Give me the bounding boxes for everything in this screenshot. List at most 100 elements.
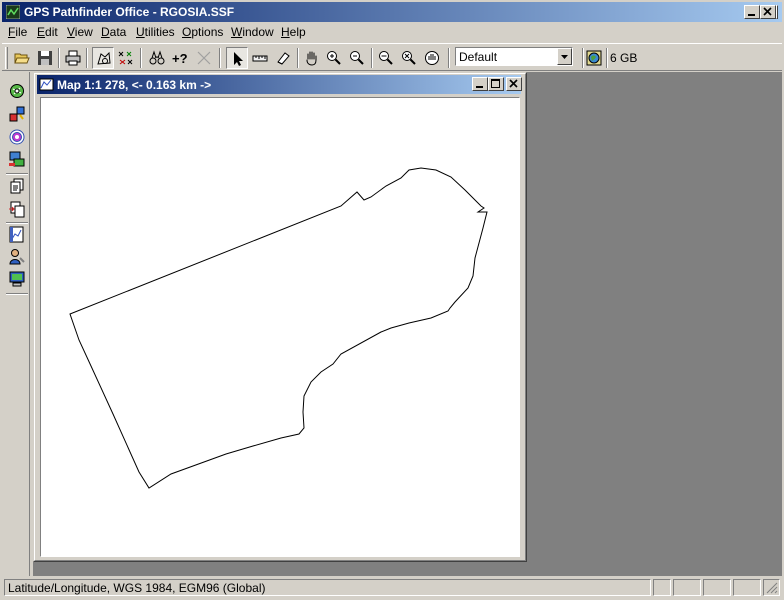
toolbar-separator bbox=[86, 48, 88, 68]
select-tool-button[interactable] bbox=[226, 47, 248, 69]
app-icon bbox=[6, 5, 20, 19]
toolbar-separator bbox=[58, 48, 60, 68]
menu-window[interactable]: Window bbox=[228, 25, 277, 40]
menu-view[interactable]: View bbox=[64, 25, 96, 40]
menu-bar: File Edit View Data Utilities Options Wi… bbox=[2, 22, 782, 41]
import-button[interactable] bbox=[7, 199, 27, 219]
app-title-bar[interactable]: GPS Pathfinder Office - RGOSIA.SSF bbox=[2, 2, 782, 22]
menu-utilities[interactable]: Utilities bbox=[133, 25, 178, 40]
map-minimize-button[interactable] bbox=[472, 77, 488, 91]
import-documents-icon bbox=[9, 201, 25, 218]
satellite-globe-icon bbox=[10, 84, 24, 98]
zoom-in-button[interactable] bbox=[324, 48, 344, 68]
zoom-previous-button[interactable] bbox=[376, 48, 396, 68]
monitor-icon bbox=[9, 271, 25, 287]
toolbar-separator bbox=[219, 48, 221, 68]
feature-xy-icon bbox=[118, 51, 133, 65]
main-toolbar: +? bbox=[2, 43, 782, 71]
measure-tool-button[interactable] bbox=[250, 48, 270, 68]
toolbar-separator bbox=[448, 48, 450, 68]
menu-edit[interactable]: Edit bbox=[34, 25, 61, 40]
maximize-icon bbox=[491, 79, 500, 88]
status-pane-2 bbox=[673, 579, 701, 596]
toolbar-separator bbox=[6, 293, 28, 295]
find-button[interactable] bbox=[147, 48, 167, 68]
printer-icon bbox=[65, 50, 81, 66]
zoom-previous-icon bbox=[379, 51, 393, 65]
map-maximize-button[interactable] bbox=[488, 77, 504, 91]
map-window[interactable]: Map 1:1 278, <- 0.163 km -> bbox=[33, 72, 527, 562]
map-layers-icon bbox=[97, 51, 111, 65]
status-pane-1 bbox=[653, 579, 671, 596]
map-close-button[interactable] bbox=[506, 77, 522, 91]
grid-coordinates-button[interactable] bbox=[7, 247, 27, 267]
open-button[interactable] bbox=[12, 48, 32, 68]
window-title: GPS Pathfinder Office - RGOSIA.SSF bbox=[24, 5, 235, 19]
area-feature-boundary[interactable] bbox=[69, 167, 488, 489]
arrow-pointer-icon bbox=[234, 52, 243, 66]
status-pane-4 bbox=[733, 579, 761, 596]
binoculars-icon bbox=[149, 50, 165, 65]
toolbar-separator bbox=[6, 173, 28, 175]
menu-data[interactable]: Data bbox=[98, 25, 129, 40]
feature-properties-button[interactable] bbox=[116, 48, 136, 68]
computer-transfer-icon bbox=[9, 151, 25, 167]
data-dictionary-button[interactable] bbox=[7, 149, 27, 169]
zoom-extents-icon bbox=[402, 51, 416, 65]
zoom-in-icon bbox=[327, 51, 341, 65]
save-button[interactable] bbox=[35, 48, 55, 68]
target-button[interactable] bbox=[7, 127, 27, 147]
status-pane-3 bbox=[703, 579, 731, 596]
globe-hand-icon bbox=[425, 51, 439, 65]
data-transfer-button[interactable] bbox=[584, 48, 604, 68]
status-coordinate-text: Latitude/Longitude, WGS 1984, EGM96 (Glo… bbox=[8, 581, 266, 595]
minimize-icon bbox=[748, 14, 755, 16]
map-canvas[interactable] bbox=[40, 97, 520, 557]
pan-tool-button[interactable] bbox=[302, 48, 322, 68]
pan-to-button[interactable] bbox=[422, 48, 442, 68]
layer-combo-dropdown-button[interactable] bbox=[557, 48, 572, 65]
zoom-out-button[interactable] bbox=[347, 48, 367, 68]
disabled-tool-button[interactable] bbox=[194, 48, 214, 68]
target-icon bbox=[9, 129, 25, 145]
differential-correction-button[interactable] bbox=[7, 104, 27, 124]
query-button[interactable]: +? bbox=[169, 48, 193, 68]
toolbar-separator bbox=[6, 222, 28, 224]
minimize-icon bbox=[476, 86, 483, 88]
map-window-title-bar[interactable]: Map 1:1 278, <- 0.163 km -> bbox=[37, 75, 522, 94]
left-toolbar bbox=[2, 72, 30, 576]
toolbar-separator bbox=[297, 48, 299, 68]
background-files-button[interactable] bbox=[92, 47, 114, 69]
menu-help[interactable]: Help bbox=[278, 25, 309, 40]
hand-pan-icon bbox=[306, 51, 317, 66]
storage-label: 6 GB bbox=[610, 51, 638, 65]
zoom-extents-button[interactable] bbox=[399, 48, 419, 68]
correction-icon bbox=[9, 106, 25, 122]
close-icon bbox=[763, 7, 772, 16]
eraser-tool-button[interactable] bbox=[273, 48, 293, 68]
export-button[interactable] bbox=[7, 177, 27, 197]
layer-combo-value: Default bbox=[459, 50, 498, 64]
toolbar-grip[interactable] bbox=[5, 47, 8, 69]
minimize-button[interactable] bbox=[744, 5, 760, 19]
cross-tool-icon bbox=[197, 51, 211, 65]
map-window-title: Map 1:1 278, <- 0.163 km -> bbox=[57, 78, 212, 92]
caption-spacer bbox=[776, 5, 778, 19]
utilities-button[interactable] bbox=[7, 269, 27, 289]
size-grip[interactable] bbox=[763, 579, 780, 596]
open-folder-icon bbox=[14, 53, 30, 64]
close-button[interactable] bbox=[760, 5, 776, 19]
print-button[interactable] bbox=[63, 48, 83, 68]
layer-combo[interactable]: Default bbox=[455, 47, 573, 66]
quickplan-button[interactable] bbox=[7, 225, 27, 245]
menu-file[interactable]: File bbox=[5, 25, 30, 40]
map-icon bbox=[39, 78, 54, 91]
menu-options[interactable]: Options bbox=[179, 25, 226, 40]
save-disk-icon bbox=[38, 51, 52, 65]
zoom-out-icon bbox=[350, 51, 364, 65]
gps-button[interactable] bbox=[7, 80, 27, 100]
resize-grip-icon bbox=[766, 582, 778, 594]
status-bar: Latitude/Longitude, WGS 1984, EGM96 (Glo… bbox=[2, 578, 782, 598]
status-coordinate-system: Latitude/Longitude, WGS 1984, EGM96 (Glo… bbox=[4, 579, 651, 596]
ruler-icon bbox=[252, 55, 268, 62]
